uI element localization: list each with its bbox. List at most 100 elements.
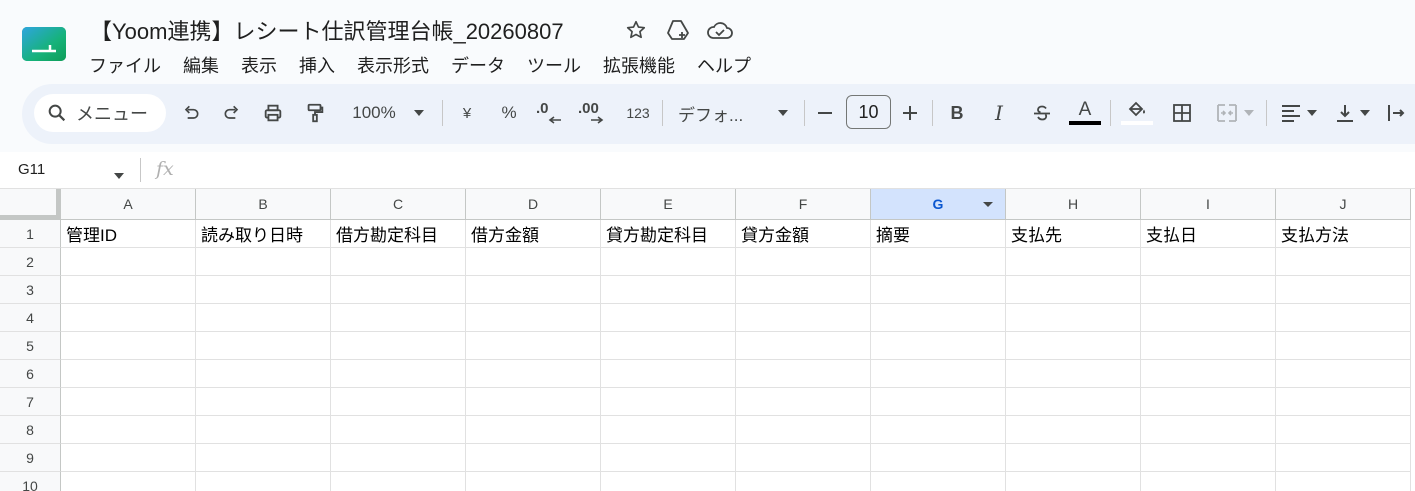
- cell-b9[interactable]: [196, 444, 331, 472]
- row-header-6[interactable]: 6: [0, 360, 61, 388]
- increase-font-size-icon[interactable]: [897, 96, 923, 130]
- cell-c8[interactable]: [331, 416, 466, 444]
- cell-g10[interactable]: [871, 472, 1006, 491]
- name-box[interactable]: G11: [18, 161, 45, 178]
- cell-g7[interactable]: [871, 388, 1006, 416]
- cell-d4[interactable]: [466, 304, 601, 332]
- cell-i9[interactable]: [1141, 444, 1276, 472]
- cell-d6[interactable]: [466, 360, 601, 388]
- sheets-logo-icon[interactable]: [22, 27, 66, 61]
- cell-g4[interactable]: [871, 304, 1006, 332]
- cell-h9[interactable]: [1006, 444, 1141, 472]
- menu-tools[interactable]: ツール: [516, 50, 592, 80]
- cell-h10[interactable]: [1006, 472, 1141, 491]
- cell-e2[interactable]: [601, 248, 736, 276]
- cell-j1[interactable]: 支払方法: [1276, 220, 1411, 248]
- cell-b4[interactable]: [196, 304, 331, 332]
- cell-j2[interactable]: [1276, 248, 1411, 276]
- chevron-down-icon[interactable]: [114, 166, 124, 184]
- menu-help[interactable]: ヘルプ: [686, 50, 762, 80]
- cell-d9[interactable]: [466, 444, 601, 472]
- undo-icon[interactable]: [176, 96, 206, 130]
- cell-f1[interactable]: 貸方金額: [736, 220, 871, 248]
- cell-j7[interactable]: [1276, 388, 1411, 416]
- cell-e1[interactable]: 貸方勘定科目: [601, 220, 736, 248]
- horizontal-align-button[interactable]: [1278, 96, 1320, 130]
- row-header-5[interactable]: 5: [0, 332, 61, 360]
- menu-insert[interactable]: 挿入: [288, 50, 346, 80]
- cell-a9[interactable]: [61, 444, 196, 472]
- percent-format-button[interactable]: %: [496, 96, 522, 130]
- menu-view[interactable]: 表示: [230, 50, 288, 80]
- cell-a4[interactable]: [61, 304, 196, 332]
- cell-c2[interactable]: [331, 248, 466, 276]
- cell-h5[interactable]: [1006, 332, 1141, 360]
- cell-g9[interactable]: [871, 444, 1006, 472]
- cell-f2[interactable]: [736, 248, 871, 276]
- column-header-a[interactable]: A: [61, 189, 196, 220]
- decrease-decimal-button[interactable]: .0: [536, 96, 566, 130]
- cell-b6[interactable]: [196, 360, 331, 388]
- cell-c10[interactable]: [331, 472, 466, 491]
- row-header-4[interactable]: 4: [0, 304, 61, 332]
- cell-a3[interactable]: [61, 276, 196, 304]
- cell-f8[interactable]: [736, 416, 871, 444]
- strikethrough-icon[interactable]: [1028, 96, 1056, 130]
- menu-edit[interactable]: 編集: [172, 50, 230, 80]
- cell-b8[interactable]: [196, 416, 331, 444]
- row-header-8[interactable]: 8: [0, 416, 61, 444]
- cell-b7[interactable]: [196, 388, 331, 416]
- cell-d2[interactable]: [466, 248, 601, 276]
- cell-b10[interactable]: [196, 472, 331, 491]
- cell-c4[interactable]: [331, 304, 466, 332]
- print-icon[interactable]: [258, 96, 288, 130]
- cell-g5[interactable]: [871, 332, 1006, 360]
- cell-c3[interactable]: [331, 276, 466, 304]
- zoom-select[interactable]: 100%: [342, 96, 434, 130]
- cell-h8[interactable]: [1006, 416, 1141, 444]
- more-formats-button[interactable]: 123: [622, 96, 654, 130]
- row-header-10[interactable]: 10: [0, 472, 61, 491]
- cell-d8[interactable]: [466, 416, 601, 444]
- cell-i4[interactable]: [1141, 304, 1276, 332]
- cell-h7[interactable]: [1006, 388, 1141, 416]
- cell-e9[interactable]: [601, 444, 736, 472]
- cell-f9[interactable]: [736, 444, 871, 472]
- cell-g6[interactable]: [871, 360, 1006, 388]
- cell-c6[interactable]: [331, 360, 466, 388]
- cell-c7[interactable]: [331, 388, 466, 416]
- cell-f7[interactable]: [736, 388, 871, 416]
- menu-format[interactable]: 表示形式: [346, 50, 440, 80]
- cell-d1[interactable]: 借方金額: [466, 220, 601, 248]
- bold-icon[interactable]: B: [944, 96, 970, 130]
- column-header-h[interactable]: H: [1006, 189, 1141, 220]
- cell-h1[interactable]: 支払先: [1006, 220, 1141, 248]
- cell-e4[interactable]: [601, 304, 736, 332]
- cell-g3[interactable]: [871, 276, 1006, 304]
- cell-e8[interactable]: [601, 416, 736, 444]
- decrease-font-size-icon[interactable]: [812, 96, 838, 130]
- row-header-9[interactable]: 9: [0, 444, 61, 472]
- cloud-saved-icon[interactable]: [706, 16, 734, 44]
- cell-j10[interactable]: [1276, 472, 1411, 491]
- menu-extensions[interactable]: 拡張機能: [592, 50, 686, 80]
- cell-j8[interactable]: [1276, 416, 1411, 444]
- currency-format-button[interactable]: ¥: [454, 96, 480, 130]
- cell-c9[interactable]: [331, 444, 466, 472]
- cell-b5[interactable]: [196, 332, 331, 360]
- cell-a7[interactable]: [61, 388, 196, 416]
- cell-f4[interactable]: [736, 304, 871, 332]
- cell-j5[interactable]: [1276, 332, 1411, 360]
- row-header-3[interactable]: 3: [0, 276, 61, 304]
- column-header-b[interactable]: B: [196, 189, 331, 220]
- cell-b1[interactable]: 読み取り日時: [196, 220, 331, 248]
- paint-format-icon[interactable]: [300, 96, 330, 130]
- cell-d3[interactable]: [466, 276, 601, 304]
- cell-d7[interactable]: [466, 388, 601, 416]
- document-title[interactable]: 【Yoom連携】レシート仕訳管理台帳_20260807: [90, 14, 564, 46]
- cell-i2[interactable]: [1141, 248, 1276, 276]
- font-size-input[interactable]: 10: [846, 95, 891, 129]
- cell-a6[interactable]: [61, 360, 196, 388]
- cell-i1[interactable]: 支払日: [1141, 220, 1276, 248]
- column-header-f[interactable]: F: [736, 189, 871, 220]
